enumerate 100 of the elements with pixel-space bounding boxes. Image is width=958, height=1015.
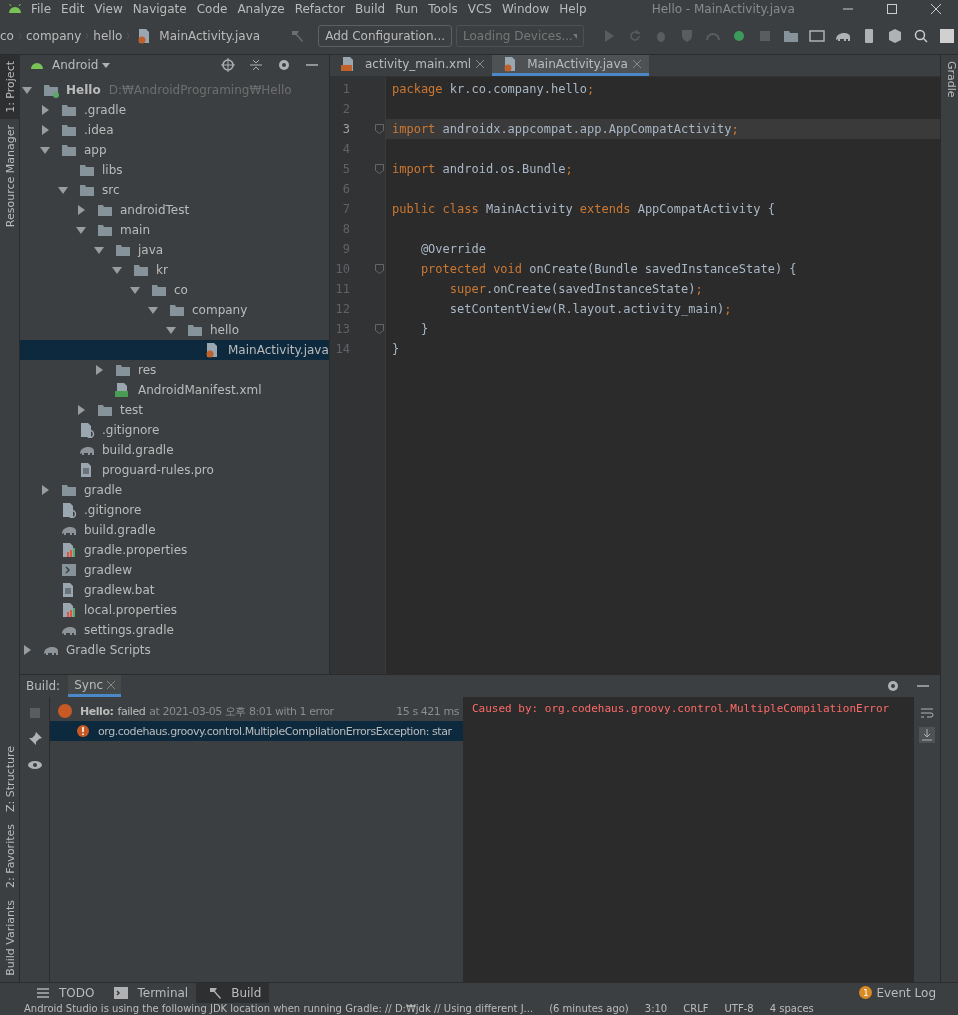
breadcrumb[interactable]: co bbox=[0, 29, 14, 43]
collapsed-arrow-icon[interactable] bbox=[94, 365, 104, 375]
breadcrumb[interactable]: hello bbox=[93, 29, 123, 43]
menu-item[interactable]: Build bbox=[350, 2, 391, 16]
side-tab[interactable]: Resource Manager bbox=[0, 118, 20, 233]
cube-icon[interactable] bbox=[887, 28, 903, 44]
tree-row[interactable]: gradlew bbox=[20, 560, 329, 580]
side-tab[interactable]: Gradle bbox=[941, 55, 958, 104]
tree-row[interactable]: androidTest bbox=[20, 200, 329, 220]
tool-tab[interactable]: Terminal bbox=[102, 982, 197, 1003]
tree-row[interactable]: Gradle Scripts bbox=[20, 640, 329, 660]
menu-item[interactable]: Refactor bbox=[289, 2, 351, 16]
expanded-arrow-icon[interactable] bbox=[58, 185, 68, 195]
expanded-arrow-icon[interactable] bbox=[130, 285, 140, 295]
side-tab[interactable]: Build Variants bbox=[0, 894, 20, 982]
tree-row[interactable]: res bbox=[20, 360, 329, 380]
build-result-row[interactable]: Hello: failed at 2021-03-05 오후 8:01 with 1 error 15 s 421 ms bbox=[50, 701, 463, 722]
view-dropdown[interactable]: Android bbox=[26, 57, 211, 73]
tree-row[interactable]: libs bbox=[20, 160, 329, 180]
hammer-icon[interactable] bbox=[289, 28, 306, 44]
collapsed-arrow-icon[interactable] bbox=[76, 405, 86, 415]
fold-marker-icon[interactable] bbox=[375, 124, 384, 134]
status-age: (6 minutes ago) bbox=[549, 1002, 629, 1015]
tree-row[interactable]: local.properties bbox=[20, 600, 329, 620]
tree-row[interactable]: co bbox=[20, 280, 329, 300]
editor-tab[interactable]: MainActivity.java bbox=[492, 55, 649, 76]
breadcrumb[interactable]: MainActivity.java bbox=[134, 28, 261, 44]
tree-row[interactable]: settings.gradle bbox=[20, 620, 329, 640]
expanded-arrow-icon[interactable] bbox=[22, 85, 32, 95]
expanded-arrow-icon[interactable] bbox=[94, 245, 104, 255]
crosshair-icon[interactable] bbox=[220, 57, 236, 73]
status-item[interactable]: 4 spaces bbox=[769, 1002, 814, 1015]
avatar-icon[interactable] bbox=[939, 28, 955, 44]
menu-item[interactable]: Navigate bbox=[127, 2, 192, 16]
tree-row[interactable]: kr bbox=[20, 260, 329, 280]
tree-row[interactable]: gradle.properties bbox=[20, 540, 329, 560]
side-tab[interactable]: 1: Project bbox=[0, 55, 20, 119]
tree-row[interactable]: build.gradle bbox=[20, 440, 329, 460]
tree-row[interactable]: company bbox=[20, 300, 329, 320]
expanded-arrow-icon[interactable] bbox=[148, 305, 158, 315]
tree-row[interactable]: gradle bbox=[20, 480, 329, 500]
tree-row[interactable]: java bbox=[20, 240, 329, 260]
expanded-arrow-icon[interactable] bbox=[40, 145, 50, 155]
device-icon[interactable] bbox=[809, 28, 825, 44]
status-item[interactable]: 3:10 bbox=[644, 1002, 668, 1015]
collapsed-arrow-icon[interactable] bbox=[40, 105, 50, 115]
tree-row[interactable]: .gitignore bbox=[20, 420, 329, 440]
scroll-to-end-icon[interactable] bbox=[919, 727, 935, 744]
breadcrumb[interactable]: company bbox=[26, 29, 82, 43]
fold-marker-icon[interactable] bbox=[375, 164, 384, 174]
expanded-arrow-icon[interactable] bbox=[76, 225, 86, 235]
menu-item[interactable]: Code bbox=[191, 2, 233, 16]
status-item[interactable]: CRLF bbox=[683, 1002, 709, 1015]
editor-tab[interactable]: activity_main.xml bbox=[330, 55, 493, 76]
tree-row[interactable]: hello bbox=[20, 320, 329, 340]
fold-marker-icon[interactable] bbox=[375, 324, 384, 334]
collapsed-arrow-icon[interactable] bbox=[76, 205, 86, 215]
menu-item[interactable]: Edit bbox=[56, 2, 90, 16]
expanded-arrow-icon[interactable] bbox=[166, 325, 176, 335]
add-configuration-button[interactable]: Add Configuration... bbox=[318, 25, 452, 47]
maximize-icon[interactable] bbox=[886, 3, 898, 15]
tool-tab[interactable]: Build bbox=[196, 982, 270, 1003]
collapsed-arrow-icon[interactable] bbox=[40, 485, 50, 495]
side-tab[interactable]: Z: Structure bbox=[0, 740, 20, 819]
tree-row[interactable]: MainActivity.java bbox=[20, 340, 329, 360]
menu-item[interactable]: Run bbox=[390, 2, 424, 16]
tree-row[interactable]: main bbox=[20, 220, 329, 240]
collapsed-arrow-icon[interactable] bbox=[40, 125, 50, 135]
menu-item[interactable]: Analyze bbox=[232, 2, 290, 16]
tree-row[interactable]: .gradle bbox=[20, 100, 329, 120]
menu-item[interactable]: Help bbox=[554, 2, 592, 16]
close-icon[interactable] bbox=[476, 60, 485, 68]
search-icon[interactable] bbox=[913, 28, 929, 44]
tree-row[interactable]: src bbox=[20, 180, 329, 200]
event-log-button[interactable]: 1 Event Log bbox=[859, 985, 958, 1000]
tree-row[interactable]: build.gradle bbox=[20, 520, 329, 540]
close-icon[interactable] bbox=[930, 3, 942, 15]
side-tab[interactable]: 2: Favorites bbox=[0, 818, 20, 895]
folder-icon[interactable] bbox=[783, 28, 799, 44]
menu-item[interactable]: Window bbox=[496, 2, 555, 16]
menu-item[interactable]: File bbox=[26, 2, 57, 16]
collapsed-arrow-icon[interactable] bbox=[22, 645, 32, 655]
tool-tab[interactable]: TODO bbox=[24, 982, 103, 1003]
menu-item[interactable]: View bbox=[89, 2, 128, 16]
tree-row[interactable]: AndroidManifest.xml bbox=[20, 380, 329, 400]
tree-row[interactable]: app bbox=[20, 140, 329, 160]
tree-row[interactable]: .idea bbox=[20, 120, 329, 140]
error-row[interactable]: org.codehaus.groovy.control.MultipleCompilationErrorsException: star bbox=[50, 721, 463, 742]
menu-item[interactable]: VCS bbox=[462, 2, 497, 16]
fold-marker-icon[interactable] bbox=[375, 264, 384, 274]
menu-item[interactable]: Tools bbox=[423, 2, 463, 16]
tree-row[interactable]: test bbox=[20, 400, 329, 420]
tree-row[interactable]: .gitignore bbox=[20, 500, 329, 520]
settings-icon[interactable] bbox=[276, 57, 292, 73]
panel-tab[interactable]: Sync bbox=[68, 675, 122, 698]
tree-row[interactable]: proguard-rules.pro bbox=[20, 460, 329, 480]
collapse-icon[interactable] bbox=[248, 57, 264, 73]
tree-row[interactable]: gradlew.bat bbox=[20, 580, 329, 600]
expanded-arrow-icon[interactable] bbox=[112, 265, 122, 275]
status-item[interactable]: UTF-8 bbox=[724, 1002, 754, 1015]
